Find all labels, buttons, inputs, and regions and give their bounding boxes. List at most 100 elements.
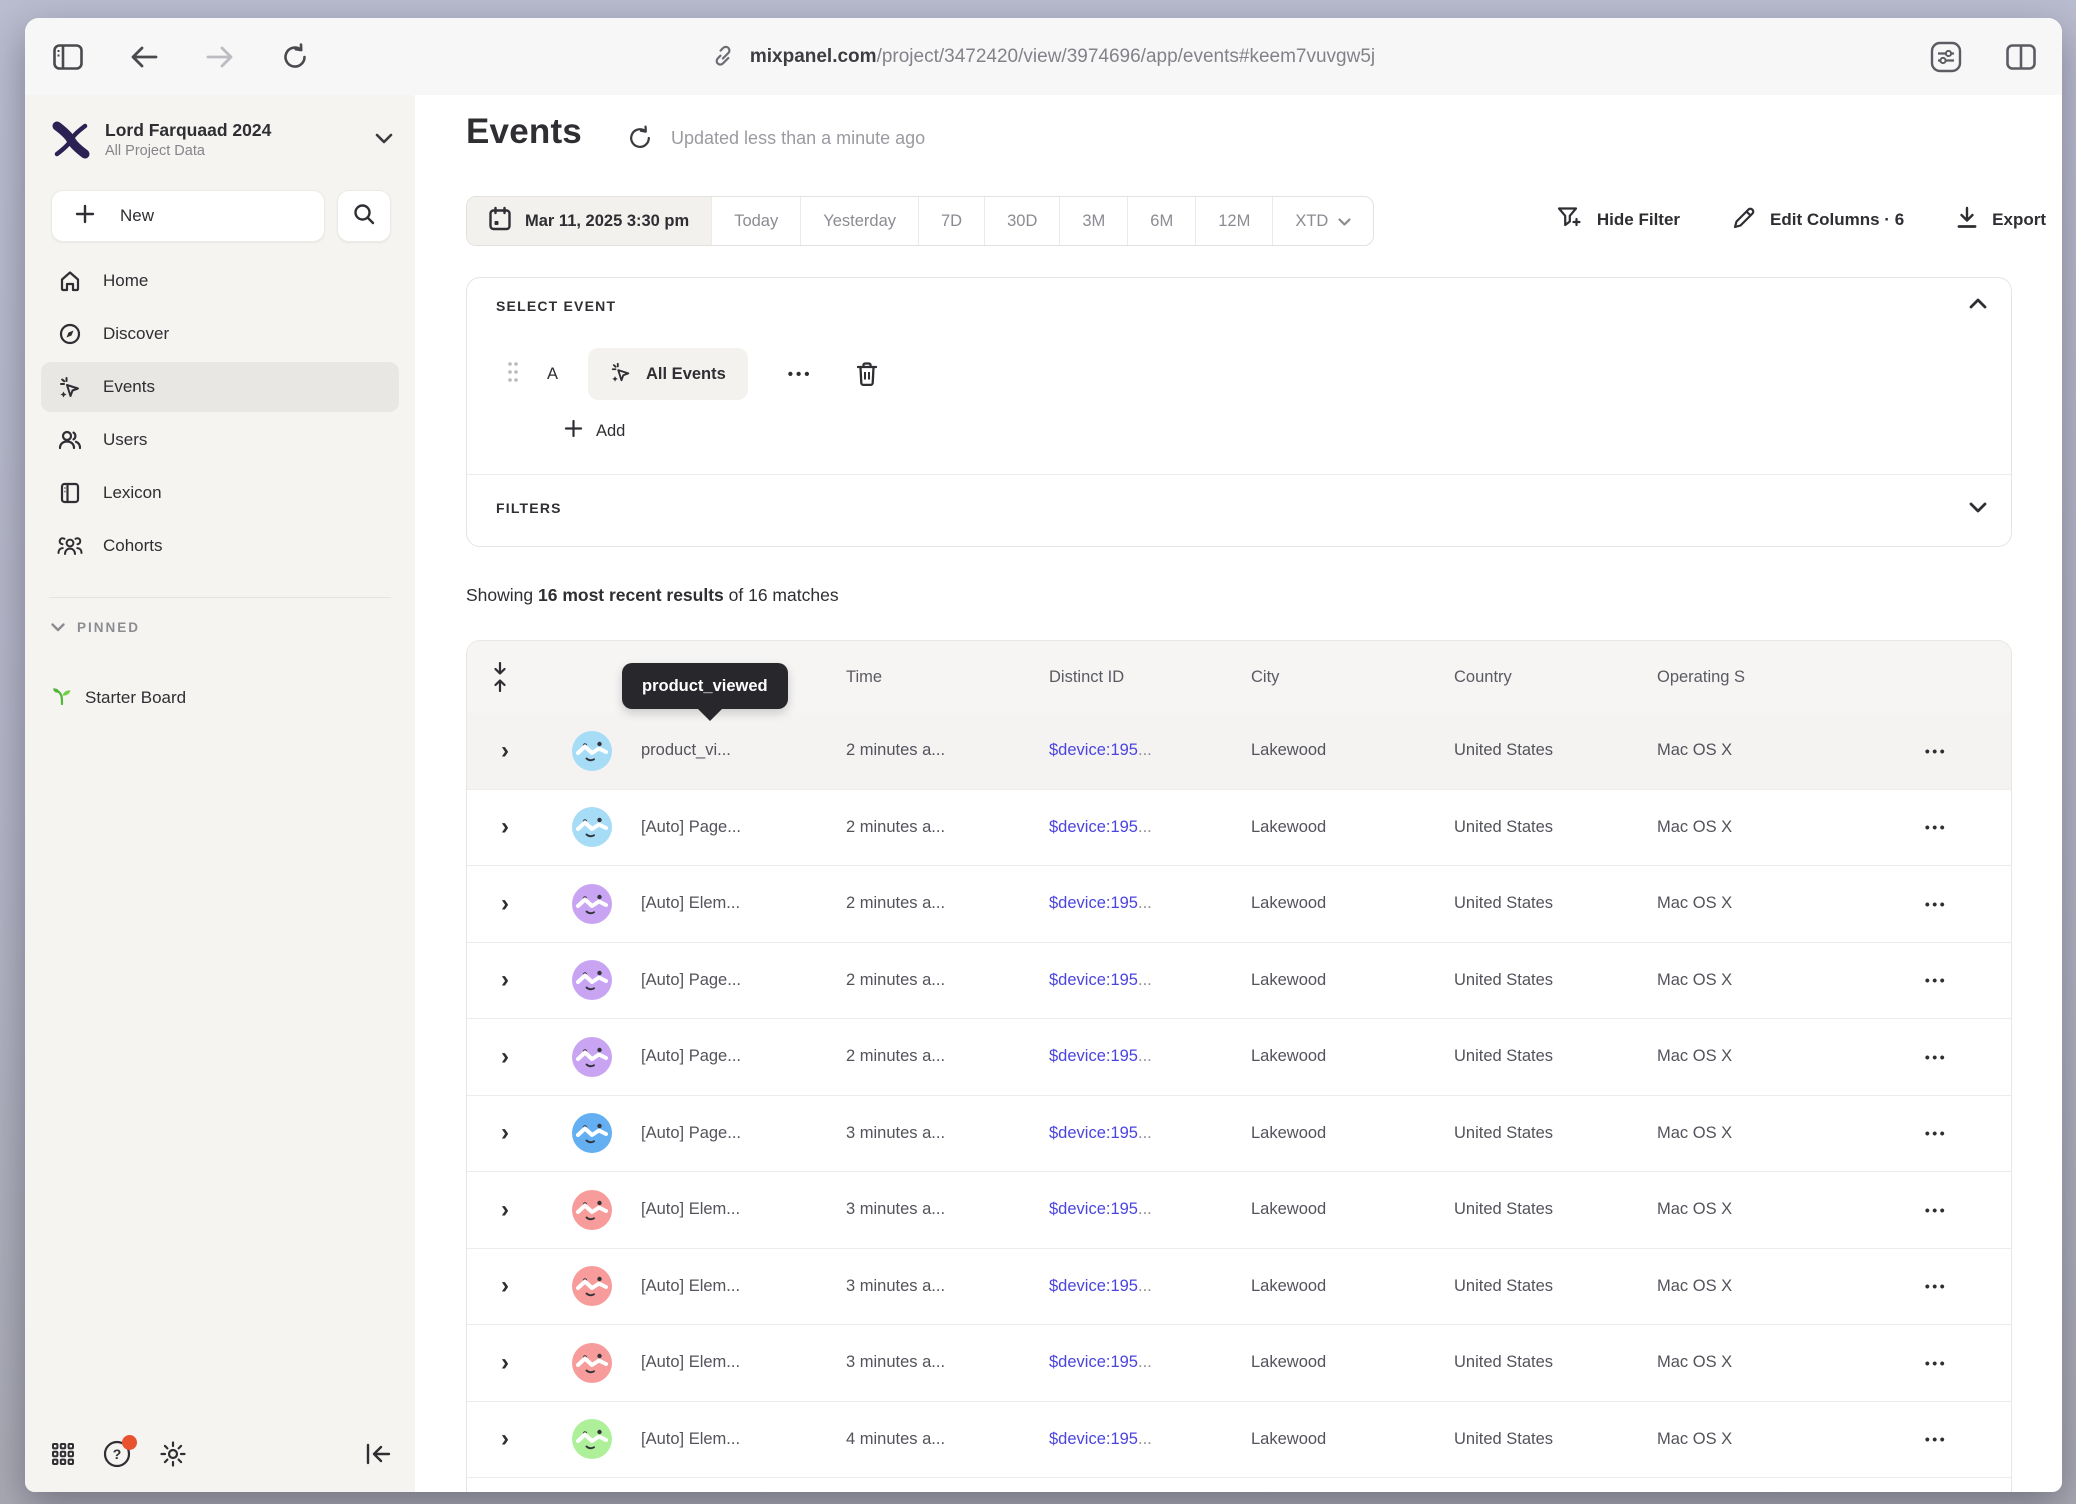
event-name[interactable]: [Auto] Page... bbox=[641, 818, 846, 837]
row-more-button[interactable]: ••• bbox=[1861, 1278, 2011, 1294]
event-name[interactable]: [Auto] Page... bbox=[641, 971, 846, 990]
distinct-id-link[interactable]: $device:195... bbox=[1049, 1124, 1251, 1143]
preset-6m[interactable]: 6M bbox=[1128, 197, 1196, 245]
search-button[interactable] bbox=[337, 190, 391, 242]
event-name[interactable]: product_vi... bbox=[641, 741, 846, 760]
expand-row-icon[interactable]: › bbox=[501, 892, 509, 916]
expand-row-icon[interactable]: › bbox=[501, 739, 509, 763]
expand-section-icon[interactable] bbox=[1969, 500, 1987, 518]
expand-row-icon[interactable]: › bbox=[501, 1198, 509, 1222]
event-selector[interactable]: All Events bbox=[588, 348, 748, 400]
collapse-section-icon[interactable] bbox=[1969, 296, 1987, 314]
help-button[interactable]: ? bbox=[103, 1440, 131, 1468]
expand-row-icon[interactable]: › bbox=[501, 815, 509, 839]
add-event-button[interactable]: Add bbox=[565, 420, 625, 442]
distinct-id-link[interactable]: $device:195... bbox=[1049, 1047, 1251, 1066]
col-time[interactable]: Time bbox=[846, 668, 1049, 687]
distinct-id-link[interactable]: $device:195... bbox=[1049, 818, 1251, 837]
row-more-button[interactable]: ••• bbox=[1861, 743, 2011, 759]
row-more-button[interactable]: ••• bbox=[1861, 819, 2011, 835]
reload-icon[interactable] bbox=[281, 43, 309, 71]
distinct-id-link[interactable]: $device:195... bbox=[1049, 1277, 1251, 1296]
event-name[interactable]: [Auto] Elem... bbox=[641, 1430, 846, 1449]
sort-icon[interactable] bbox=[467, 662, 543, 692]
sidebar-toggle-icon[interactable] bbox=[53, 44, 83, 70]
table-row[interactable]: › [Auto] Elem... 4 minutes a... $device:… bbox=[467, 1402, 2011, 1479]
export-button[interactable]: Export bbox=[1956, 206, 2046, 235]
distinct-id-link[interactable]: $device:195... bbox=[1049, 1353, 1251, 1372]
preset-30d[interactable]: 30D bbox=[985, 197, 1060, 245]
pinned-section-header[interactable]: PINNED bbox=[51, 620, 140, 635]
forward-icon[interactable] bbox=[205, 45, 235, 69]
refresh-icon[interactable] bbox=[627, 125, 653, 151]
sidebar-item-starter-board[interactable]: Starter Board bbox=[51, 678, 186, 718]
event-name[interactable]: [Auto] Elem... bbox=[641, 1277, 846, 1296]
table-row[interactable]: › [Auto] Page... 2 minutes a... $device:… bbox=[467, 943, 2011, 1020]
preset-xtd[interactable]: XTD bbox=[1273, 197, 1373, 245]
expand-row-icon[interactable]: › bbox=[501, 968, 509, 992]
col-country[interactable]: Country bbox=[1454, 668, 1657, 687]
preset-7d[interactable]: 7D bbox=[919, 197, 985, 245]
sidebar-item-cohorts[interactable]: Cohorts bbox=[41, 521, 399, 571]
preset-3m[interactable]: 3M bbox=[1060, 197, 1128, 245]
expand-row-icon[interactable]: › bbox=[501, 1427, 509, 1451]
hide-filter-button[interactable]: Hide Filter bbox=[1557, 206, 1680, 235]
table-row[interactable]: › [Auto] Elem... 4 minutes a... $device:… bbox=[467, 1478, 2011, 1492]
row-more-button[interactable]: ••• bbox=[1861, 1049, 2011, 1065]
project-switcher[interactable]: Lord Farquaad 2024 All Project Data bbox=[51, 111, 401, 169]
sidebar-item-lexicon[interactable]: Lexicon bbox=[41, 468, 399, 518]
collapse-sidebar-icon[interactable] bbox=[365, 1443, 391, 1465]
sidebar-item-home[interactable]: Home bbox=[41, 256, 399, 306]
drag-handle[interactable] bbox=[507, 361, 519, 388]
apps-grid-icon[interactable] bbox=[51, 1442, 75, 1466]
back-icon[interactable] bbox=[129, 45, 159, 69]
sidebar-item-users[interactable]: Users bbox=[41, 415, 399, 465]
row-more-button[interactable]: ••• bbox=[1861, 1125, 2011, 1141]
row-more-button[interactable]: ••• bbox=[1861, 972, 2011, 988]
distinct-id-link[interactable]: $device:195... bbox=[1049, 1200, 1251, 1219]
distinct-id-link[interactable]: $device:195... bbox=[1049, 971, 1251, 990]
distinct-id-link[interactable]: $device:195... bbox=[1049, 894, 1251, 913]
table-row[interactable]: › [Auto] Elem... 3 minutes a... $device:… bbox=[467, 1325, 2011, 1402]
col-city[interactable]: City bbox=[1251, 668, 1454, 687]
table-row[interactable]: › [Auto] Elem... 3 minutes a... $device:… bbox=[467, 1249, 2011, 1326]
expand-row-icon[interactable]: › bbox=[501, 1045, 509, 1069]
settings-gear-icon[interactable] bbox=[159, 1440, 187, 1468]
new-button[interactable]: New bbox=[51, 190, 325, 242]
table-row[interactable]: › [Auto] Page... 2 minutes a... $device:… bbox=[467, 1019, 2011, 1096]
row-more-button[interactable]: ••• bbox=[1861, 1431, 2011, 1447]
event-city: Lakewood bbox=[1251, 894, 1454, 913]
preset-12m[interactable]: 12M bbox=[1196, 197, 1273, 245]
row-more-button[interactable]: ••• bbox=[1861, 1355, 2011, 1371]
row-more-button[interactable]: ••• bbox=[1861, 896, 2011, 912]
trash-icon[interactable] bbox=[855, 361, 879, 387]
event-name[interactable]: [Auto] Page... bbox=[641, 1047, 846, 1066]
distinct-id-link[interactable]: $device:195... bbox=[1049, 741, 1251, 760]
event-name[interactable]: [Auto] Elem... bbox=[641, 1353, 846, 1372]
customize-toolbar-icon[interactable] bbox=[1930, 41, 1962, 73]
sidebar-item-discover[interactable]: Discover bbox=[41, 309, 399, 359]
col-os[interactable]: Operating S bbox=[1657, 668, 1861, 687]
preset-yesterday[interactable]: Yesterday bbox=[801, 197, 919, 245]
preset-today[interactable]: Today bbox=[712, 197, 801, 245]
expand-row-icon[interactable]: › bbox=[501, 1351, 509, 1375]
table-row[interactable]: › [Auto] Elem... 3 minutes a... $device:… bbox=[467, 1172, 2011, 1249]
table-row[interactable]: › [Auto] Page... 3 minutes a... $device:… bbox=[467, 1096, 2011, 1173]
address-bar[interactable]: mixpanel.com/project/3472420/view/397469… bbox=[712, 18, 1375, 95]
table-row[interactable]: › [Auto] Elem... 2 minutes a... $device:… bbox=[467, 866, 2011, 943]
event-name[interactable]: [Auto] Elem... bbox=[641, 1200, 846, 1219]
split-view-icon[interactable] bbox=[2006, 44, 2036, 70]
edit-columns-button[interactable]: Edit Columns · 6 bbox=[1732, 206, 1904, 235]
event-name[interactable]: [Auto] Elem... bbox=[641, 894, 846, 913]
expand-row-icon[interactable]: › bbox=[501, 1274, 509, 1298]
expand-row-icon[interactable]: › bbox=[501, 1121, 509, 1145]
col-distinct-id[interactable]: Distinct ID bbox=[1049, 668, 1251, 687]
event-more-button[interactable]: ••• bbox=[788, 366, 813, 383]
table-row[interactable]: › [Auto] Page... 2 minutes a... $device:… bbox=[467, 790, 2011, 867]
row-more-button[interactable]: ••• bbox=[1861, 1202, 2011, 1218]
sidebar-item-events[interactable]: Events bbox=[41, 362, 399, 412]
distinct-id-link[interactable]: $device:195... bbox=[1049, 1430, 1251, 1449]
event-name[interactable]: [Auto] Page... bbox=[641, 1124, 846, 1143]
table-row[interactable]: › product_vi... 2 minutes a... $device:1… bbox=[467, 713, 2011, 790]
date-segment-custom[interactable]: Mar 11, 2025 3:30 pm bbox=[467, 197, 712, 245]
